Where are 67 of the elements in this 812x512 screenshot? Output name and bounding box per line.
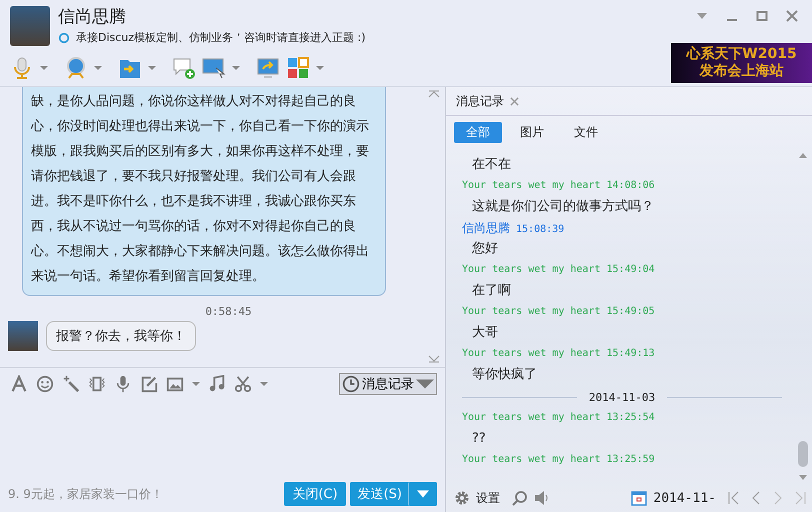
ad-banner[interactable]: 心系天下W2015 发布会上海站: [671, 43, 812, 83]
collapse-down-icon[interactable]: [428, 355, 440, 363]
webcam-icon[interactable]: [64, 56, 88, 80]
filter-tab[interactable]: 文件: [562, 122, 610, 143]
scroll-up-icon[interactable]: [799, 153, 807, 158]
history-message: 在不在: [471, 156, 512, 174]
settings-label[interactable]: 设置: [476, 490, 500, 506]
history-message: 在了啊: [471, 282, 512, 300]
window-title: 信尚思腾: [58, 6, 127, 28]
avatar-logo: [10, 6, 50, 46]
screen-share-icon[interactable]: [202, 56, 226, 80]
add-message-icon[interactable]: [172, 56, 196, 80]
collapse-up-icon[interactable]: [428, 90, 440, 98]
caret-icon[interactable]: [260, 380, 268, 388]
sender-line: Your tears wet my heart 15:49:04: [462, 263, 656, 277]
history-message: 这就是你们公司的做事方式吗？: [471, 198, 655, 216]
music-icon[interactable]: [208, 375, 226, 393]
remote-screen-icon[interactable]: [256, 56, 280, 80]
sender-line: Your tears wet my heart 15:49:05: [462, 305, 656, 319]
history-message: 等你快疯了: [471, 366, 538, 384]
clock-icon: [342, 375, 360, 393]
date-field[interactable]: 2014-11-: [653, 490, 716, 506]
status-text: 承接Discuz模板定制、仿制业务＇咨询时请直接进入正题 :): [76, 30, 366, 45]
edit-icon[interactable]: [140, 375, 158, 393]
message-bubble: 缺，是你人品问题，你说你这样做人对不对得起自己的良心，你没时间处理也得出来说一下，你自己看一下你的演示模版，跟我购买后的区别有多大，如果你再这样不处理，要请你把钱退了，要不我只好报警处理。我们公司有人会跟进。我不是吓你什么，也不是我不讲理，我诚心跟你买东西，我从不说过一句骂你的话，你对不对得起你自己的良心。不想闹大，大家都静心下来解决问题。该怎么做你得出来说一句话。希望你看到留言回复处理。: [22, 87, 386, 296]
scroll-down-icon[interactable]: [799, 475, 807, 480]
sender-line: Your tears wet my heart 14:08:06: [462, 179, 656, 193]
caret-icon[interactable]: [316, 64, 324, 72]
send-options-button[interactable]: [408, 482, 437, 506]
close-icon[interactable]: [510, 96, 519, 106]
caret-icon[interactable]: [192, 380, 200, 388]
status-icon: [58, 32, 70, 44]
sender-line: Your tears wet my heart 15:49:13: [462, 347, 656, 361]
sender-line: Your tears wet my heart 13:25:54: [462, 411, 656, 425]
apps-icon[interactable]: [286, 56, 310, 80]
caret-icon[interactable]: [94, 64, 102, 72]
calendar-icon[interactable]: [631, 490, 648, 506]
close-icon[interactable]: [786, 10, 798, 22]
message-time: 0:58:45: [204, 305, 253, 318]
history-message: 大哥: [471, 324, 499, 342]
history-message: ??: [471, 430, 487, 448]
scissors-icon[interactable]: [234, 375, 252, 393]
message-bubble: 报警？你去，我等你！: [46, 321, 196, 351]
font-icon[interactable]: [10, 375, 28, 393]
caret-icon[interactable]: [148, 64, 156, 72]
caret-icon[interactable]: [40, 64, 48, 72]
image-icon[interactable]: [166, 375, 184, 393]
search-icon[interactable]: [512, 490, 528, 506]
caret-icon: [417, 490, 429, 498]
history-tab[interactable]: 消息记录: [456, 92, 504, 110]
date-divider: 2014-11-03: [588, 390, 656, 404]
magic-wand-icon[interactable]: [62, 375, 80, 393]
emoji-icon[interactable]: [36, 375, 54, 393]
screen-vibrate-icon[interactable]: [88, 375, 106, 393]
filter-tab[interactable]: 全部: [454, 122, 502, 143]
maximize-icon[interactable]: [756, 10, 768, 22]
avatar: [8, 321, 38, 351]
settings-icon[interactable]: [454, 490, 470, 506]
history-message: 您好: [471, 240, 499, 258]
sender-line: 信尚思腾 15:08:39: [462, 220, 566, 237]
speaker-icon[interactable]: [534, 490, 550, 506]
filter-tab[interactable]: 图片: [508, 122, 556, 143]
history-button[interactable]: 消息记录: [339, 373, 437, 395]
microphone-icon[interactable]: [114, 375, 132, 393]
caret-icon[interactable]: [232, 64, 240, 72]
sender-line: Your tears wet my heart 13:25:59: [462, 453, 656, 467]
scrollbar-thumb[interactable]: [798, 441, 808, 467]
